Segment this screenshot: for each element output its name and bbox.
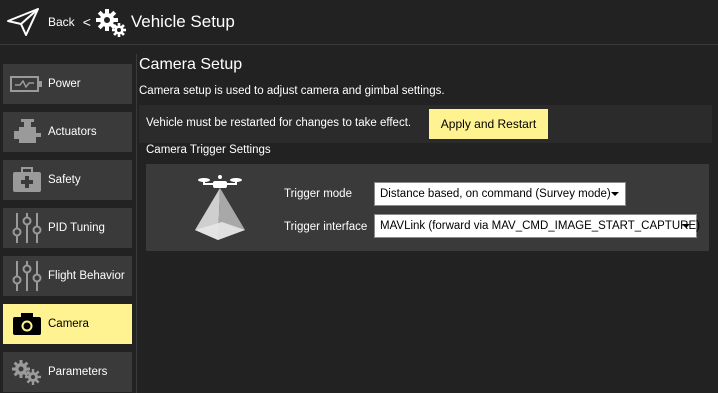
sidebar-item-label: PID Tuning — [48, 222, 105, 234]
trigger-interface-value: MAVLink (forward via MAV_CMD_IMAGE_START… — [380, 220, 700, 232]
first-aid-kit-icon — [9, 165, 45, 195]
header-bar: Back < Vehicle Setup — [0, 0, 718, 44]
chevron-down-icon — [611, 192, 619, 196]
sidebar-item-label: Power — [48, 78, 81, 90]
page-title: Camera Setup — [139, 56, 243, 73]
vehicle-setup-window: Back < Vehicle Setup Power Actuators Saf… — [0, 0, 718, 393]
trigger-mode-label: Trigger mode — [284, 188, 352, 200]
sidebar-divider — [136, 54, 137, 393]
camera-trigger-settings-title: Camera Trigger Settings — [146, 144, 271, 156]
sidebar: Power Actuators Safety PID Tuning Flight… — [0, 48, 134, 393]
back-button[interactable]: Back — [0, 0, 75, 44]
battery-icon — [9, 69, 45, 99]
trigger-interface-label: Trigger interface — [284, 221, 368, 233]
sidebar-item-pid-tuning[interactable]: PID Tuning — [3, 208, 132, 248]
sidebar-item-label: Actuators — [48, 126, 97, 138]
trigger-mode-value: Distance based, on command (Survey mode) — [380, 188, 611, 200]
drone-camera-trigger-icon — [195, 175, 245, 240]
motor-icon — [9, 117, 45, 147]
restart-notice-text: Vehicle must be restarted for changes to… — [146, 117, 412, 129]
sidebar-item-label: Safety — [48, 174, 81, 186]
sidebar-item-parameters[interactable]: Parameters — [3, 352, 132, 392]
sidebar-item-flight-behavior[interactable]: Flight Behavior — [3, 256, 132, 296]
apply-and-restart-button[interactable]: Apply and Restart — [429, 109, 548, 139]
page-description: Camera setup is used to adjust camera an… — [139, 85, 445, 97]
header-divider — [0, 44, 718, 45]
sidebar-item-safety[interactable]: Safety — [3, 160, 132, 200]
sidebar-item-label: Camera — [48, 318, 89, 330]
sidebar-item-camera[interactable]: Camera — [3, 304, 132, 344]
sidebar-item-label: Parameters — [48, 366, 108, 378]
back-label: Back — [48, 15, 75, 29]
sidebar-item-actuators[interactable]: Actuators — [3, 112, 132, 152]
page-header-title: Vehicle Setup — [130, 12, 235, 31]
sliders-icon — [9, 261, 45, 291]
trigger-mode-select[interactable]: Distance based, on command (Survey mode) — [374, 182, 626, 206]
breadcrumb-separator: < — [82, 14, 91, 30]
restart-notice-row: Vehicle must be restarted for changes to… — [139, 105, 712, 143]
chevron-down-icon — [682, 224, 690, 228]
camera-icon — [9, 309, 45, 339]
sidebar-item-power[interactable]: Power — [3, 64, 132, 104]
paper-plane-icon — [7, 8, 39, 36]
gears-icon — [95, 9, 126, 37]
gears-icon — [9, 357, 45, 387]
trigger-interface-select[interactable]: MAVLink (forward via MAV_CMD_IMAGE_START… — [374, 214, 700, 238]
camera-setup-panel: Camera Setup Camera setup is used to adj… — [139, 48, 714, 393]
sliders-icon — [9, 213, 45, 243]
sidebar-item-label: Flight Behavior — [48, 270, 125, 282]
camera-trigger-settings-panel: Trigger mode Distance based, on command … — [146, 164, 709, 251]
